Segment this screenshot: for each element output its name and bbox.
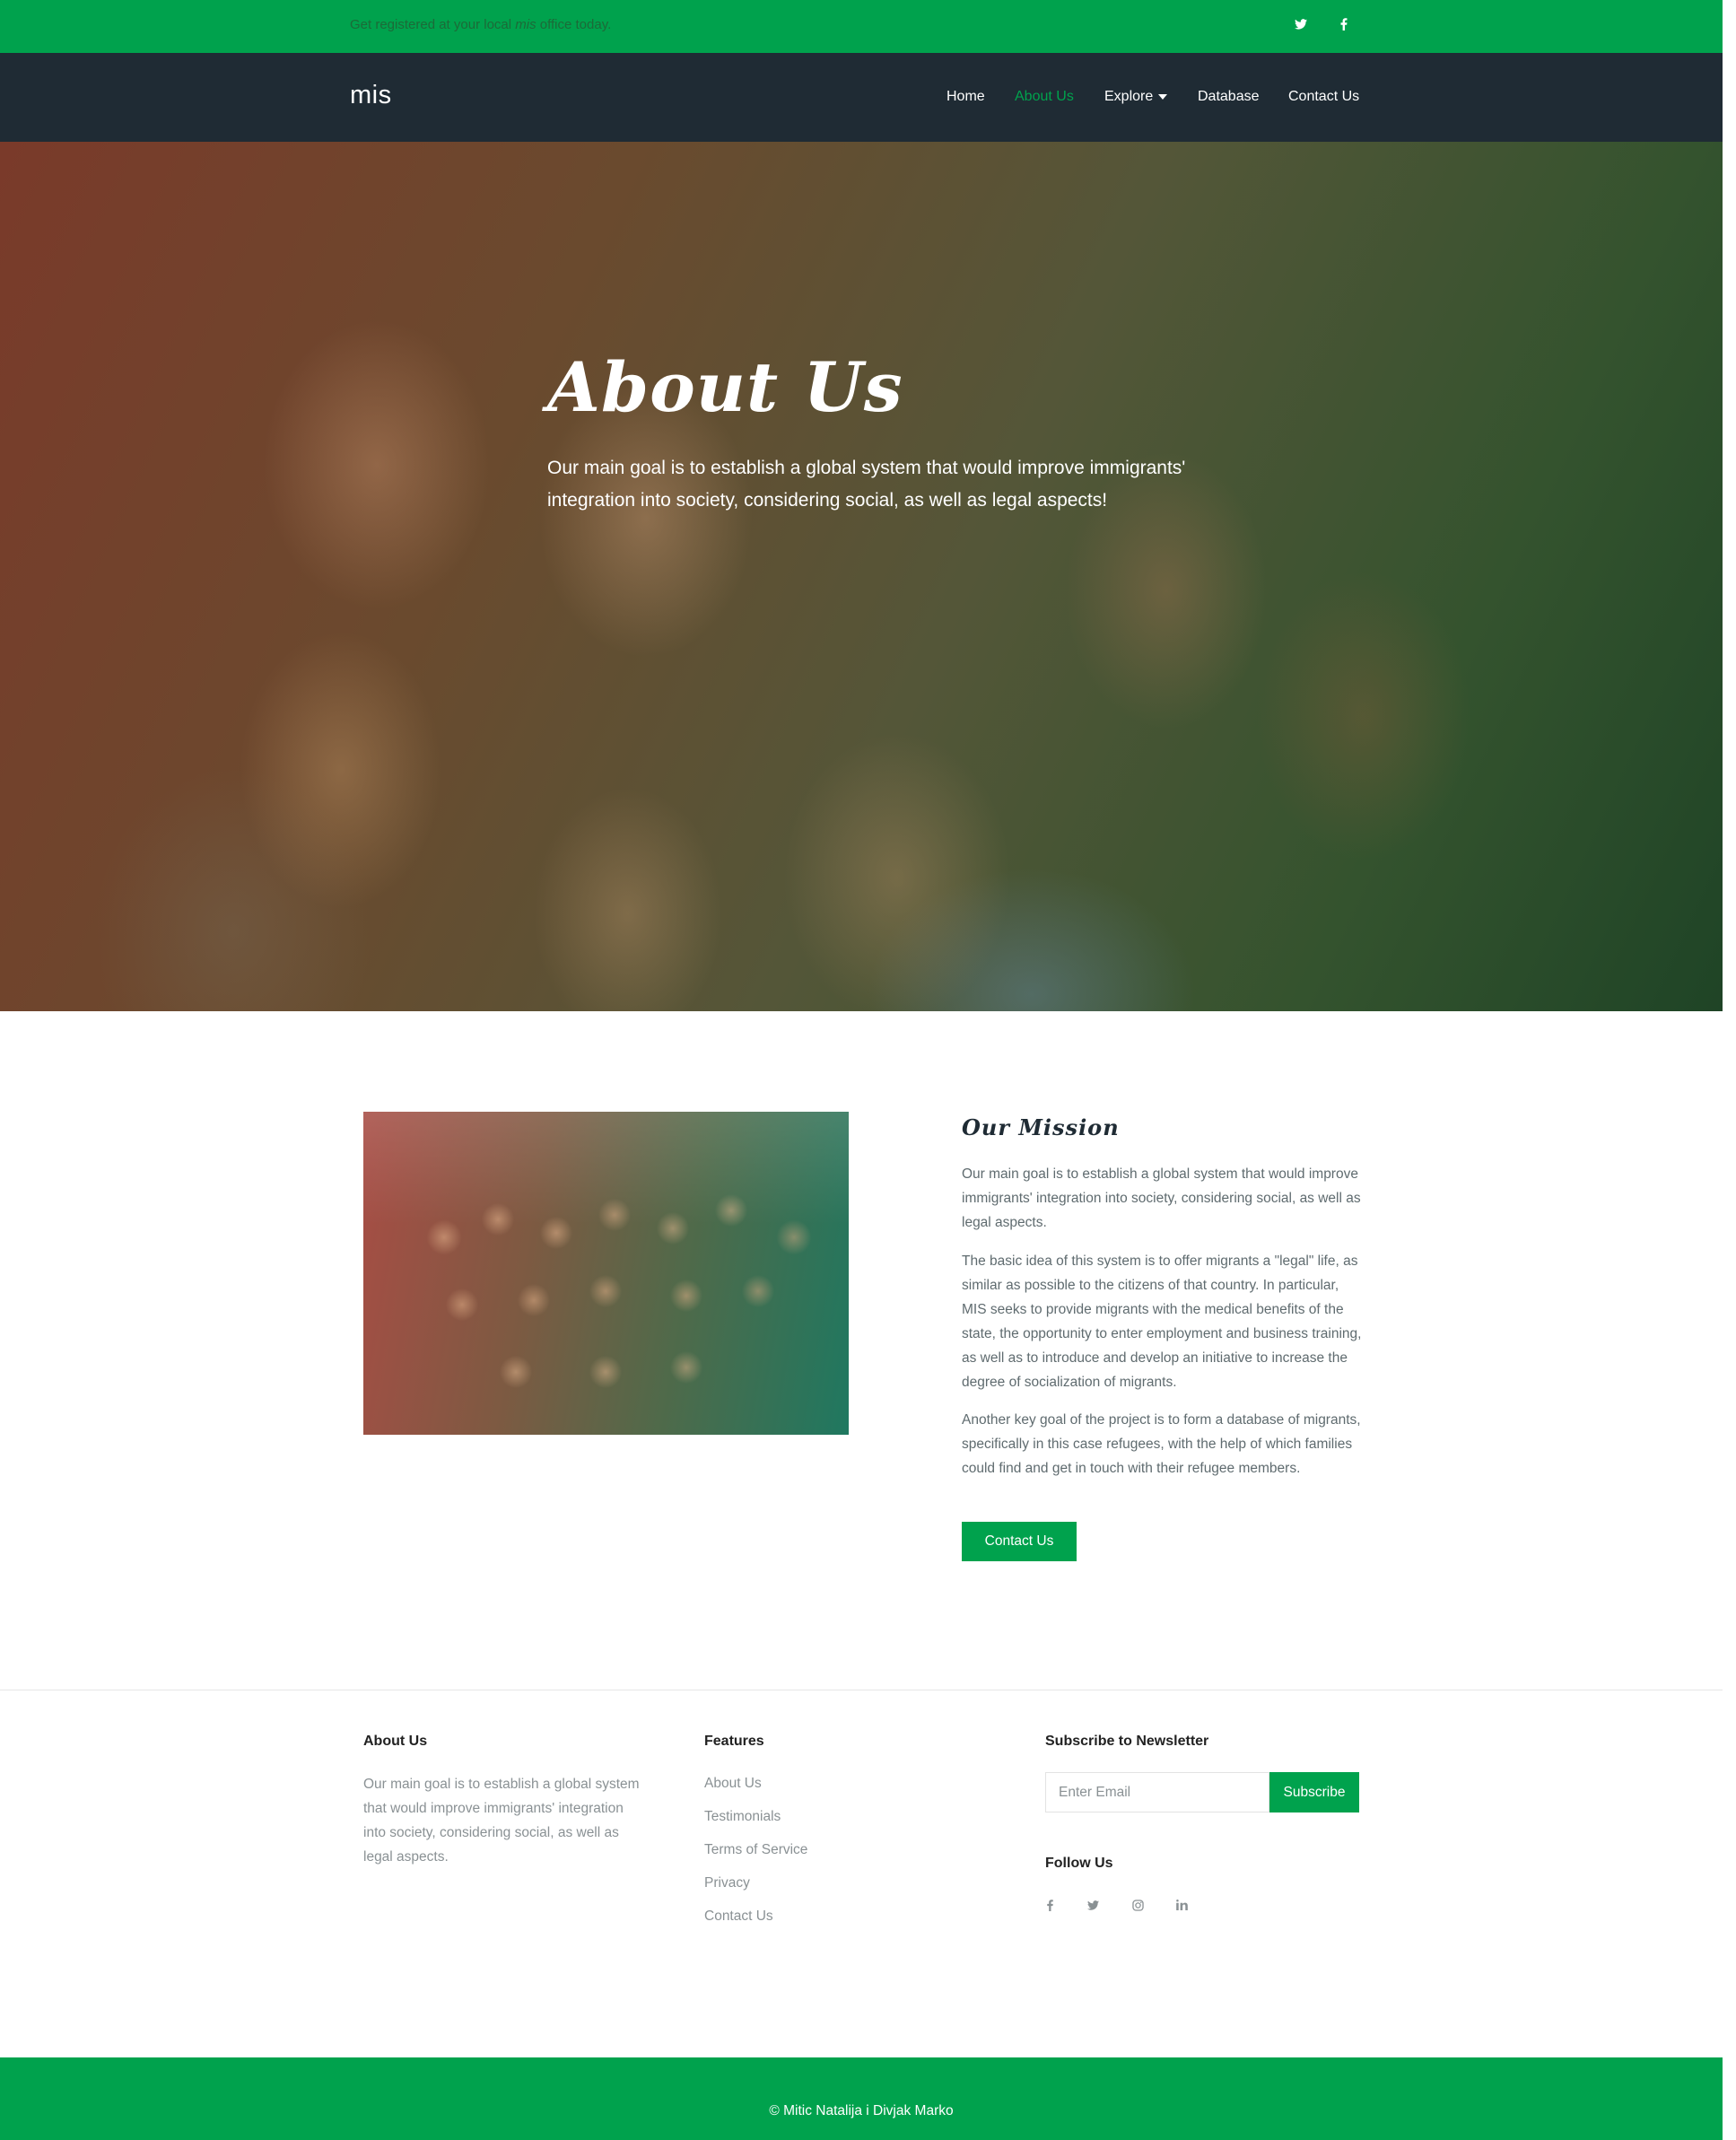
footer-link-terms[interactable]: Terms of Service [704, 1842, 807, 1858]
instagram-icon[interactable] [1128, 1895, 1147, 1915]
topbar-text-end: office today. [536, 17, 612, 32]
nav-explore-label: Explore [1104, 89, 1154, 104]
nav-home[interactable]: Home [947, 89, 985, 105]
top-bar: Get registered at your local mis office … [0, 0, 1723, 53]
linkedin-icon[interactable] [1172, 1895, 1191, 1915]
nav-about-us[interactable]: About Us [1015, 89, 1074, 105]
newsletter-heading: Subscribe to Newsletter [1045, 1734, 1209, 1749]
nav-contact-us[interactable]: Contact Us [1288, 89, 1359, 105]
footer-about-heading: About Us [363, 1734, 428, 1749]
nav-database[interactable]: Database [1198, 89, 1260, 105]
contact-us-button[interactable]: Contact Us [962, 1522, 1077, 1561]
footer-link-privacy[interactable]: Privacy [704, 1875, 750, 1891]
brand-logo[interactable]: mis [350, 81, 392, 110]
facebook-icon[interactable] [1335, 15, 1353, 33]
mission-paragraph: Another key goal of the project is to fo… [962, 1412, 1361, 1476]
subscribe-button[interactable]: Subscribe [1269, 1772, 1359, 1812]
topbar-text-emphasis: mis [515, 17, 537, 32]
hero-subtitle: Our main goal is to establish a global s… [547, 458, 1186, 511]
newsletter-email-input[interactable] [1045, 1772, 1269, 1812]
hero-title: About Us [547, 347, 903, 427]
mission-paragraph: The basic idea of this system is to offe… [962, 1253, 1362, 1390]
twitter-icon[interactable] [1083, 1895, 1103, 1915]
hero-banner [0, 142, 1723, 1011]
facebook-icon[interactable] [1040, 1895, 1060, 1915]
chevron-down-icon [1158, 93, 1168, 100]
footer-features-heading: Features [704, 1734, 764, 1749]
footer-link-about-us[interactable]: About Us [704, 1776, 762, 1792]
navbar: mis Home About Us Explore Database Conta… [0, 53, 1723, 142]
mission-title: Our Mission [962, 1114, 1120, 1140]
topbar-message: Get registered at your local mis office … [350, 17, 611, 32]
twitter-icon[interactable] [1292, 15, 1310, 33]
mission-paragraph: Our main goal is to establish a global s… [962, 1166, 1361, 1230]
topbar-text-start: Get registered at your local [350, 17, 516, 32]
group-photo [363, 1112, 849, 1435]
footer-link-testimonials[interactable]: Testimonials [704, 1809, 781, 1825]
footer-link-contact-us[interactable]: Contact Us [704, 1909, 773, 1925]
footer-about-text: Our main goal is to establish a global s… [363, 1777, 640, 1865]
follow-us-heading: Follow Us [1045, 1856, 1113, 1871]
nav-explore-dropdown[interactable]: Explore [1104, 89, 1168, 105]
copyright-bar [0, 2057, 1723, 2140]
copyright-text: © Mitic Natalija i Divjak Marko [769, 2103, 954, 2118]
